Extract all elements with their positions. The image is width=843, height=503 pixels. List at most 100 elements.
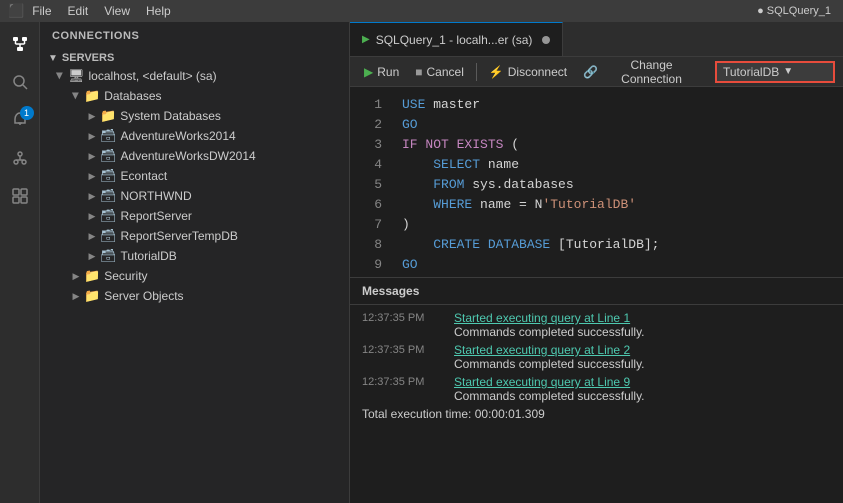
change-conn-label: Change Connection — [602, 58, 701, 86]
code-content[interactable]: USE master GO IF NOT EXISTS ( SELECT nam… — [390, 87, 843, 277]
messages-header: Messages — [350, 278, 843, 305]
selected-db-label: TutorialDB — [723, 65, 779, 79]
icon-sidebar: 1 — [0, 22, 40, 503]
rstmp-label: ReportServerTempDB — [121, 229, 238, 243]
tree-item-adventureworksdw[interactable]: ▶ 🗃 AdventureWorksDW2014 — [40, 146, 349, 166]
servers-arrow: ▼ — [48, 53, 58, 64]
tree-item-server-objects[interactable]: ▶ 📁 Server Objects — [40, 286, 349, 306]
msg-time-2: 12:37:35 PM — [362, 376, 442, 388]
cancel-button[interactable]: ■ Cancel — [409, 63, 470, 81]
run-button[interactable]: ▶ Run — [358, 63, 405, 81]
serverobj-arrow: ▶ — [68, 288, 84, 304]
folder-icon: 📁 — [84, 88, 100, 104]
disconnect-label: Disconnect — [508, 65, 567, 79]
databases-label: Databases — [104, 89, 161, 103]
localhost-arrow: ▶ — [52, 68, 68, 84]
menu-help[interactable]: Help — [146, 4, 171, 18]
tab-dot — [542, 36, 550, 44]
databases-arrow: ▶ — [68, 88, 84, 104]
line-numbers: 12345 678910 1112 — [350, 87, 390, 277]
msg-link-0[interactable]: Started executing query at Line 1 — [454, 311, 630, 325]
run-icon: ▶ — [364, 65, 373, 79]
localhost-label: localhost, <default> (sa) — [89, 69, 217, 83]
folder-icon: 📁 — [84, 268, 100, 284]
aw-arrow: ▶ — [84, 128, 100, 144]
extensions-sidebar-btn[interactable] — [2, 178, 38, 214]
notifications-sidebar-btn[interactable]: 1 — [2, 102, 38, 138]
db-icon: 🗃 — [100, 148, 117, 164]
servers-header[interactable]: ▼ SERVERS — [40, 50, 349, 66]
northwnd-label: NORTHWND — [121, 189, 192, 203]
separator — [476, 63, 477, 81]
db-icon: 🗃 — [100, 188, 117, 204]
menu-edit[interactable]: Edit — [68, 4, 89, 18]
tree-item-econtact[interactable]: ▶ 🗃 Econtact — [40, 166, 349, 186]
awdw-arrow: ▶ — [84, 148, 100, 164]
db-icon: 🗃 — [100, 208, 117, 224]
tree-item-localhost[interactable]: ▶ 🖥 localhost, <default> (sa) — [40, 66, 349, 86]
dropdown-arrow-icon: ▼ — [783, 66, 793, 77]
rstmp-arrow: ▶ — [84, 228, 100, 244]
folder-icon: 📁 — [100, 108, 116, 124]
git-sidebar-btn[interactable] — [2, 140, 38, 176]
msg-detail-1: Commands completed successfully. — [454, 357, 645, 371]
app-logo: ⬛ — [8, 3, 24, 19]
tutdb-arrow: ▶ — [84, 248, 100, 264]
cancel-icon: ■ — [415, 65, 422, 79]
system-db-arrow: ▶ — [84, 108, 100, 124]
db-icon: 🗃 — [100, 248, 117, 264]
tree-item-system-databases[interactable]: ▶ 📁 System Databases — [40, 106, 349, 126]
northwnd-arrow: ▶ — [84, 188, 100, 204]
editor-toolbar: ▶ Run ■ Cancel ⚡ Disconnect 🔗 Change Con… — [350, 57, 843, 87]
tree-item-reportservertemp[interactable]: ▶ 🗃 ReportServerTempDB — [40, 226, 349, 246]
security-label: Security — [104, 269, 147, 283]
tree-item-security[interactable]: ▶ 📁 Security — [40, 266, 349, 286]
message-row-1: 12:37:35 PM Started executing query at L… — [362, 341, 831, 373]
search-sidebar-btn[interactable] — [2, 64, 38, 100]
messages-panel: Messages 12:37:35 PM Started executing q… — [350, 277, 843, 437]
awdw-label: AdventureWorksDW2014 — [121, 149, 256, 163]
title-bar: ⬛ File Edit View Help ● SQLQuery_1 — [0, 0, 843, 22]
tab-bar: ▶ SQLQuery_1 - localh...er (sa) — [350, 22, 843, 57]
tree-item-northwnd[interactable]: ▶ 🗃 NORTHWND — [40, 186, 349, 206]
tutdb-label: TutorialDB — [121, 249, 177, 263]
msg-time-1: 12:37:35 PM — [362, 344, 442, 356]
menu-view[interactable]: View — [104, 4, 130, 18]
tab-label: SQLQuery_1 - localh...er (sa) — [376, 33, 533, 47]
db-icon: 🗃 — [100, 168, 117, 184]
msg-link-1[interactable]: Started executing query at Line 2 — [454, 343, 630, 357]
server-icon: 🖥 — [68, 68, 85, 84]
tree-item-reportserver[interactable]: ▶ 🗃 ReportServer — [40, 206, 349, 226]
security-arrow: ▶ — [68, 268, 84, 284]
tab-sqlquery1[interactable]: ▶ SQLQuery_1 - localh...er (sa) — [350, 22, 563, 56]
menu-file[interactable]: File — [32, 4, 51, 18]
disconnect-button[interactable]: ⚡ Disconnect — [483, 63, 573, 81]
change-conn-icon: 🔗 — [583, 65, 598, 79]
msg-time-0: 12:37:35 PM — [362, 312, 442, 324]
connections-tree: ▼ SERVERS ▶ 🖥 localhost, <default> (sa) … — [40, 46, 349, 503]
db-icon: 🗃 — [100, 228, 117, 244]
system-db-label: System Databases — [120, 109, 221, 123]
cancel-label: Cancel — [427, 65, 464, 79]
run-label: Run — [377, 65, 399, 79]
msg-link-2[interactable]: Started executing query at Line 9 — [454, 375, 630, 389]
connections-sidebar-btn[interactable] — [2, 26, 38, 62]
change-connection-button[interactable]: 🔗 Change Connection — [577, 56, 707, 88]
message-row-2: 12:37:35 PM Started executing query at L… — [362, 373, 831, 405]
right-panel: ▶ SQLQuery_1 - localh...er (sa) ▶ Run ■ … — [350, 22, 843, 503]
tree-item-tutorialdb[interactable]: ▶ 🗃 TutorialDB — [40, 246, 349, 266]
code-editor[interactable]: 12345 678910 1112 USE master GO IF NOT E… — [350, 87, 843, 277]
rs-arrow: ▶ — [84, 208, 100, 224]
servers-label: SERVERS — [62, 52, 114, 64]
econtact-arrow: ▶ — [84, 168, 100, 184]
connections-panel: CONNECTIONS ▼ SERVERS ▶ 🖥 localhost, <de… — [40, 22, 350, 503]
database-dropdown[interactable]: TutorialDB ▼ — [715, 61, 835, 83]
disconnect-icon: ⚡ — [489, 65, 504, 79]
tree-item-adventureworks[interactable]: ▶ 🗃 AdventureWorks2014 — [40, 126, 349, 146]
messages-content: 12:37:35 PM Started executing query at L… — [350, 305, 843, 437]
notification-badge: 1 — [20, 106, 34, 120]
connections-header: CONNECTIONS — [40, 22, 349, 46]
total-time: Total execution time: 00:00:01.309 — [362, 407, 831, 421]
tree-item-databases[interactable]: ▶ 📁 Databases — [40, 86, 349, 106]
serverobj-label: Server Objects — [104, 289, 183, 303]
